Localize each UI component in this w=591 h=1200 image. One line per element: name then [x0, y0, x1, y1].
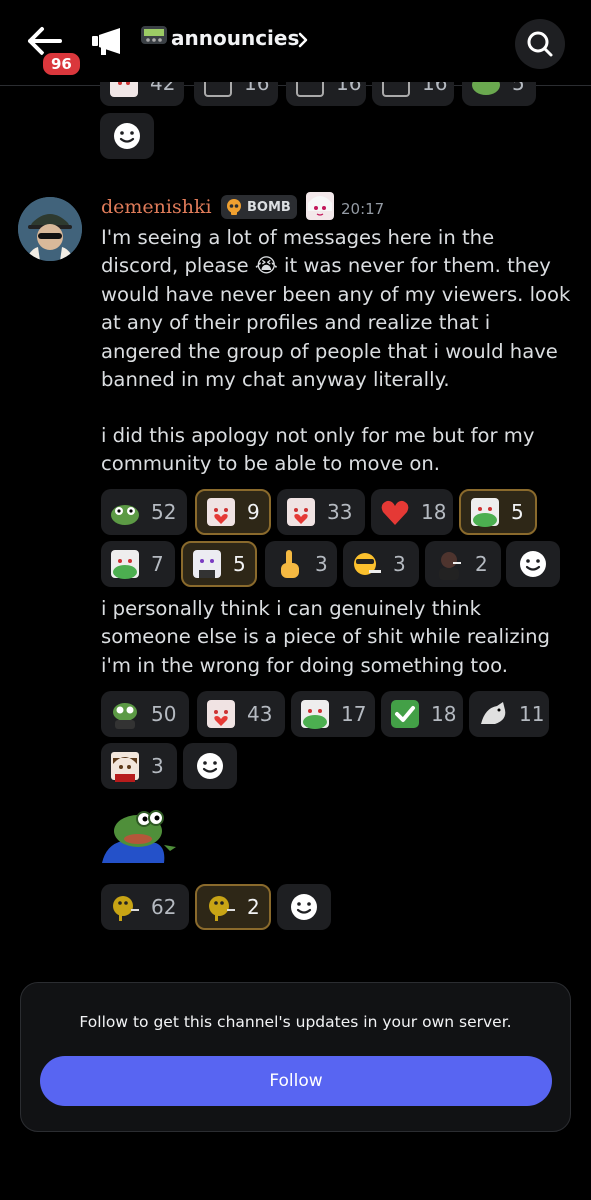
server-tag-label: BOMB	[247, 199, 291, 215]
letter-y-emoji-icon	[382, 82, 410, 97]
reaction-chip[interactable]: 17	[291, 691, 375, 737]
reaction-chip[interactable]: 11	[469, 691, 549, 737]
reaction-chip[interactable]: 43	[197, 691, 285, 737]
anime-boy-emoji-icon	[111, 752, 139, 782]
role-icon	[306, 192, 334, 220]
reaction-chip[interactable]: 62	[101, 884, 189, 930]
server-tag[interactable]: BOMB	[221, 195, 297, 219]
reaction-chip[interactable]: 33	[277, 489, 365, 535]
reaction-chip[interactable]: 2	[425, 541, 501, 587]
reaction-chip[interactable]: 7	[101, 541, 175, 587]
skull-icon	[227, 199, 241, 215]
white-dog-emoji-icon	[481, 702, 506, 724]
pepe-suit-emoji-icon	[113, 703, 137, 729]
reaction-chip[interactable]: 50	[101, 691, 189, 737]
pepe-emoji-icon	[472, 82, 500, 95]
search-button[interactable]	[515, 19, 565, 69]
smiley-add-icon	[291, 894, 317, 920]
anime-girl-heart-emoji-icon	[207, 700, 235, 728]
previous-message-reactions: 42 16 16 16 5	[100, 82, 540, 106]
avatar-image	[18, 197, 82, 261]
letter-t-emoji-icon	[204, 82, 232, 97]
reaction-chip[interactable]: 5	[462, 82, 536, 106]
author-username[interactable]: demenishki	[101, 196, 212, 218]
reaction-chip-selected[interactable]: 5	[459, 489, 537, 535]
smiley-add-icon	[197, 753, 223, 779]
smoking-ball-emoji-icon	[113, 896, 139, 921]
reaction-chip[interactable]: 16	[372, 82, 454, 106]
letter-r-emoji-icon	[296, 82, 324, 97]
check-mark-emoji-icon	[391, 700, 419, 728]
unread-badge: 96	[40, 50, 83, 78]
search-icon	[527, 31, 553, 57]
reaction-chip-selected[interactable]: 5	[181, 541, 257, 587]
pepe-emoji-icon	[111, 505, 139, 525]
sunglasses-smoking-emoji-icon	[354, 553, 381, 575]
reaction-chip[interactable]: 16	[286, 82, 366, 106]
pager-emoji-icon	[141, 26, 167, 44]
reaction-chip[interactable]: 3	[101, 743, 177, 789]
anime-girl-suit-emoji-icon	[193, 550, 221, 578]
follow-description: Follow to get this channel's updates in …	[79, 1013, 512, 1031]
anime-girl-pepe-emoji-icon	[301, 700, 329, 729]
add-reaction-button[interactable]	[277, 884, 331, 930]
message-paragraph: i did this apology not only for me but f…	[101, 424, 535, 476]
anime-girl-pepe-emoji-icon	[471, 498, 499, 527]
smiley-add-icon	[114, 123, 140, 149]
add-reaction-button[interactable]	[183, 743, 237, 789]
anime-girl-heart-emoji-icon	[287, 498, 315, 526]
reaction-chip[interactable]: 18	[381, 691, 463, 737]
follow-channel-card: Follow to get this channel's updates in …	[20, 982, 571, 1132]
add-reaction-button[interactable]	[506, 541, 560, 587]
pepe-sticker	[102, 810, 176, 863]
message-timestamp: 20:17	[341, 200, 385, 218]
smiley-add-icon	[520, 551, 546, 577]
avatar[interactable]	[18, 197, 82, 261]
reaction-chip-selected[interactable]: 9	[195, 489, 271, 535]
reaction-chip[interactable]: 52	[101, 489, 187, 535]
follow-button[interactable]: Follow	[40, 1056, 552, 1106]
reaction-chip[interactable]: 42	[100, 82, 184, 106]
anime-girl-pepe-emoji-icon	[111, 550, 139, 579]
red-heart-emoji-icon	[381, 500, 409, 525]
anime-girl-emoji-icon	[110, 82, 138, 97]
chevron-right-icon[interactable]	[296, 31, 310, 49]
reaction-chip[interactable]: 18	[371, 489, 453, 535]
pointing-up-emoji-icon	[281, 550, 299, 578]
channel-name[interactable]: announcies	[171, 26, 299, 50]
add-reaction-button[interactable]	[100, 113, 154, 159]
reaction-chip-selected[interactable]: 2	[195, 884, 271, 930]
announcement-channel-icon	[92, 28, 120, 55]
smoking-ball-emoji-icon	[209, 896, 235, 921]
reaction-chip[interactable]: 3	[265, 541, 337, 587]
anime-girl-heart-emoji-icon	[207, 498, 235, 526]
message-paragraph: I'm seeing a lot of messages here in the…	[101, 226, 571, 392]
channel-header: 96 announcies	[0, 0, 591, 86]
message-paragraph: i personally think i can genuinely think…	[101, 597, 550, 677]
person-smoking-emoji-icon	[439, 552, 461, 580]
reaction-chip[interactable]: 16	[194, 82, 278, 106]
reaction-chip[interactable]: 3	[343, 541, 419, 587]
